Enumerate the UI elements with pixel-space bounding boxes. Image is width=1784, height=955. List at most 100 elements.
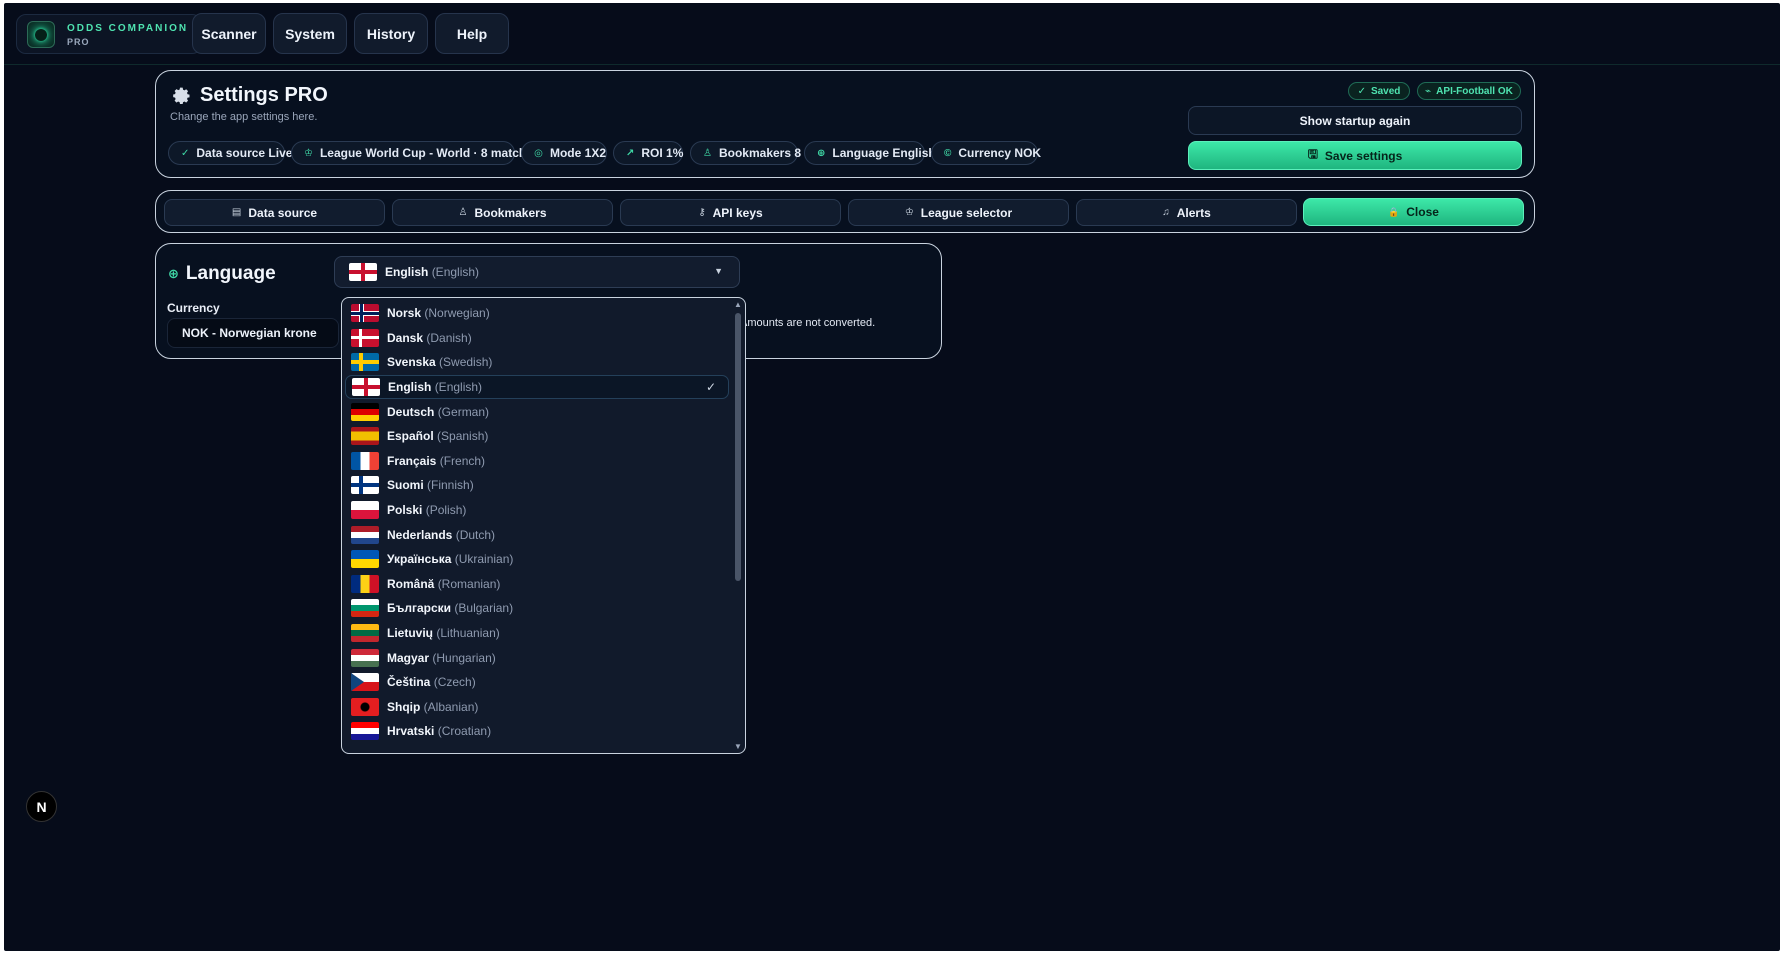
language-option-ro[interactable]: Română (Romanian)	[342, 572, 732, 597]
language-option-native: Français	[387, 453, 437, 468]
chip-label: Mode 1X2	[549, 146, 606, 160]
language-option-english: (Romanian)	[437, 576, 501, 591]
database-icon: ▤	[231, 207, 242, 218]
language-option-english: (English)	[434, 380, 483, 395]
scrollbar-thumb[interactable]	[735, 313, 741, 581]
chip-language: ⊕ Language English	[804, 141, 936, 165]
tab-api-keys[interactable]: ⚷ API keys	[620, 199, 841, 226]
check-icon: ✓	[705, 380, 716, 395]
tab-bookmakers[interactable]: ♙ Bookmakers	[392, 199, 613, 226]
language-heading-text: Language	[185, 263, 276, 284]
nav-scanner-button[interactable]: Scanner	[192, 13, 266, 54]
tab-label: Bookmakers	[474, 205, 547, 220]
language-option-native: Svenska	[387, 355, 436, 370]
language-option-en[interactable]: English (English) ✓	[345, 374, 729, 400]
tab-label: League selector	[920, 205, 1013, 220]
api-status-badge: ⌁ API-Football OK	[1417, 82, 1521, 100]
language-option-cz[interactable]: Čeština (Czech)	[342, 670, 732, 695]
language-option-native: Hrvatski	[387, 724, 435, 739]
target-icon: ◎	[534, 147, 543, 159]
flag-de-icon	[351, 402, 379, 421]
chip-currency: © Currency NOK	[931, 141, 1041, 165]
chip-roi: ↗ ROI 1%	[613, 141, 683, 165]
trophy-icon: ♔	[304, 147, 313, 159]
language-option-native: Suomi	[387, 478, 424, 493]
language-option-native: Български	[387, 601, 452, 616]
save-settings-button[interactable]: 🖫 Save settings	[1188, 141, 1522, 170]
saved-status-badge: ✓ Saved	[1348, 82, 1410, 100]
chip-label: Data source Live	[196, 146, 293, 160]
users-icon: ♙	[458, 207, 468, 218]
language-option-hr[interactable]: Hrvatski (Croatian)	[342, 719, 732, 744]
dev-indicator-badge[interactable]: N	[26, 791, 57, 822]
flag-hr-icon	[351, 722, 379, 741]
globe-icon: ⊕	[817, 147, 826, 159]
scroll-down-arrow-icon[interactable]: ▼	[734, 742, 742, 751]
flag-en-icon	[352, 378, 380, 397]
language-option-dk[interactable]: Dansk (Danish)	[342, 326, 732, 351]
language-option-native: Română	[387, 576, 435, 591]
language-option-al[interactable]: Shqip (Albanian)	[342, 695, 732, 720]
language-option-es[interactable]: Español (Spanish)	[342, 424, 732, 449]
language-option-nl[interactable]: Nederlands (Dutch)	[342, 522, 732, 547]
language-option-de[interactable]: Deutsch (German)	[342, 399, 732, 424]
language-option-native: English	[388, 380, 432, 395]
language-heading: ⊕ Language	[168, 263, 276, 285]
page-title: Settings PRO	[172, 84, 328, 107]
check-icon: ✓	[1357, 85, 1366, 97]
chip-label: ROI 1%	[641, 146, 684, 160]
tab-data-source[interactable]: ▤ Data source	[164, 199, 385, 226]
language-option-english: (German)	[437, 404, 490, 419]
language-option-english: (Swedish)	[439, 355, 493, 370]
flag-se-icon	[351, 353, 379, 372]
currency-note: Amounts are not converted.	[740, 317, 876, 329]
selected-language-english: (English)	[431, 265, 480, 279]
flag-nl-icon	[351, 525, 379, 544]
brand-logo-icon	[27, 21, 55, 48]
language-option-ua[interactable]: Українська (Ukrainian)	[342, 547, 732, 572]
language-select[interactable]: English (English) ▼	[334, 256, 740, 288]
language-option-bg[interactable]: Български (Bulgarian)	[342, 596, 732, 621]
language-option-english: (Albanian)	[423, 699, 479, 714]
scroll-up-arrow-icon[interactable]: ▲	[734, 300, 742, 309]
language-option-english: (Norwegian)	[424, 306, 490, 321]
chip-data-source: ✓ Data source Live	[168, 141, 292, 165]
tab-label: Data source	[248, 205, 318, 220]
language-option-fr[interactable]: Français (French)	[342, 449, 732, 474]
saved-status-label: Saved	[1370, 85, 1401, 97]
language-option-lt[interactable]: Lietuvių (Lithuanian)	[342, 621, 732, 646]
flag-bg-icon	[351, 599, 379, 618]
check-icon: ✓	[181, 147, 190, 159]
show-startup-button[interactable]: Show startup again	[1188, 106, 1522, 135]
nav-history-button[interactable]: History	[354, 13, 428, 54]
language-option-english: (Dutch)	[455, 527, 496, 542]
lock-icon: 🔒	[1388, 206, 1400, 217]
language-option-se[interactable]: Svenska (Swedish)	[342, 350, 732, 375]
close-label: Close	[1406, 205, 1439, 219]
flag-fi-icon	[351, 476, 379, 495]
language-option-no[interactable]: Norsk (Norwegian)	[342, 301, 732, 326]
page-subtitle: Change the app settings here.	[170, 111, 318, 123]
currency-select[interactable]: NOK - Norwegian krone	[167, 318, 339, 348]
nav-help-button[interactable]: Help	[435, 13, 509, 54]
language-option-hu[interactable]: Magyar (Hungarian)	[342, 645, 732, 670]
activity-icon: ⌁	[1425, 85, 1432, 97]
language-option-fi[interactable]: Suomi (Finnish)	[342, 473, 732, 498]
flag-ro-icon	[351, 574, 379, 593]
chip-label: League World Cup - World · 8 matches	[319, 146, 540, 160]
language-option-english: (Danish)	[426, 330, 472, 345]
close-button[interactable]: 🔒 Close	[1303, 198, 1524, 226]
brand-name: ODDS COMPANION	[67, 23, 189, 34]
flag-lt-icon	[351, 624, 379, 643]
chart-icon: ↗	[626, 147, 635, 159]
nav-system-button[interactable]: System	[273, 13, 347, 54]
language-option-native: Čeština	[387, 675, 431, 690]
brand-logo-block[interactable]: ODDS COMPANION PRO	[16, 14, 202, 54]
tab-alerts[interactable]: ♫ Alerts	[1076, 199, 1297, 226]
language-option-native: Norsk	[387, 306, 422, 321]
tab-league-selector[interactable]: ♔ League selector	[848, 199, 1069, 226]
language-option-pl[interactable]: Polski (Polish)	[342, 498, 732, 523]
chip-league: ♔ League World Cup - World · 8 matches	[291, 141, 540, 165]
language-option-native: Magyar	[387, 650, 430, 665]
dropdown-scrollbar[interactable]: ▲ ▼	[733, 300, 743, 751]
